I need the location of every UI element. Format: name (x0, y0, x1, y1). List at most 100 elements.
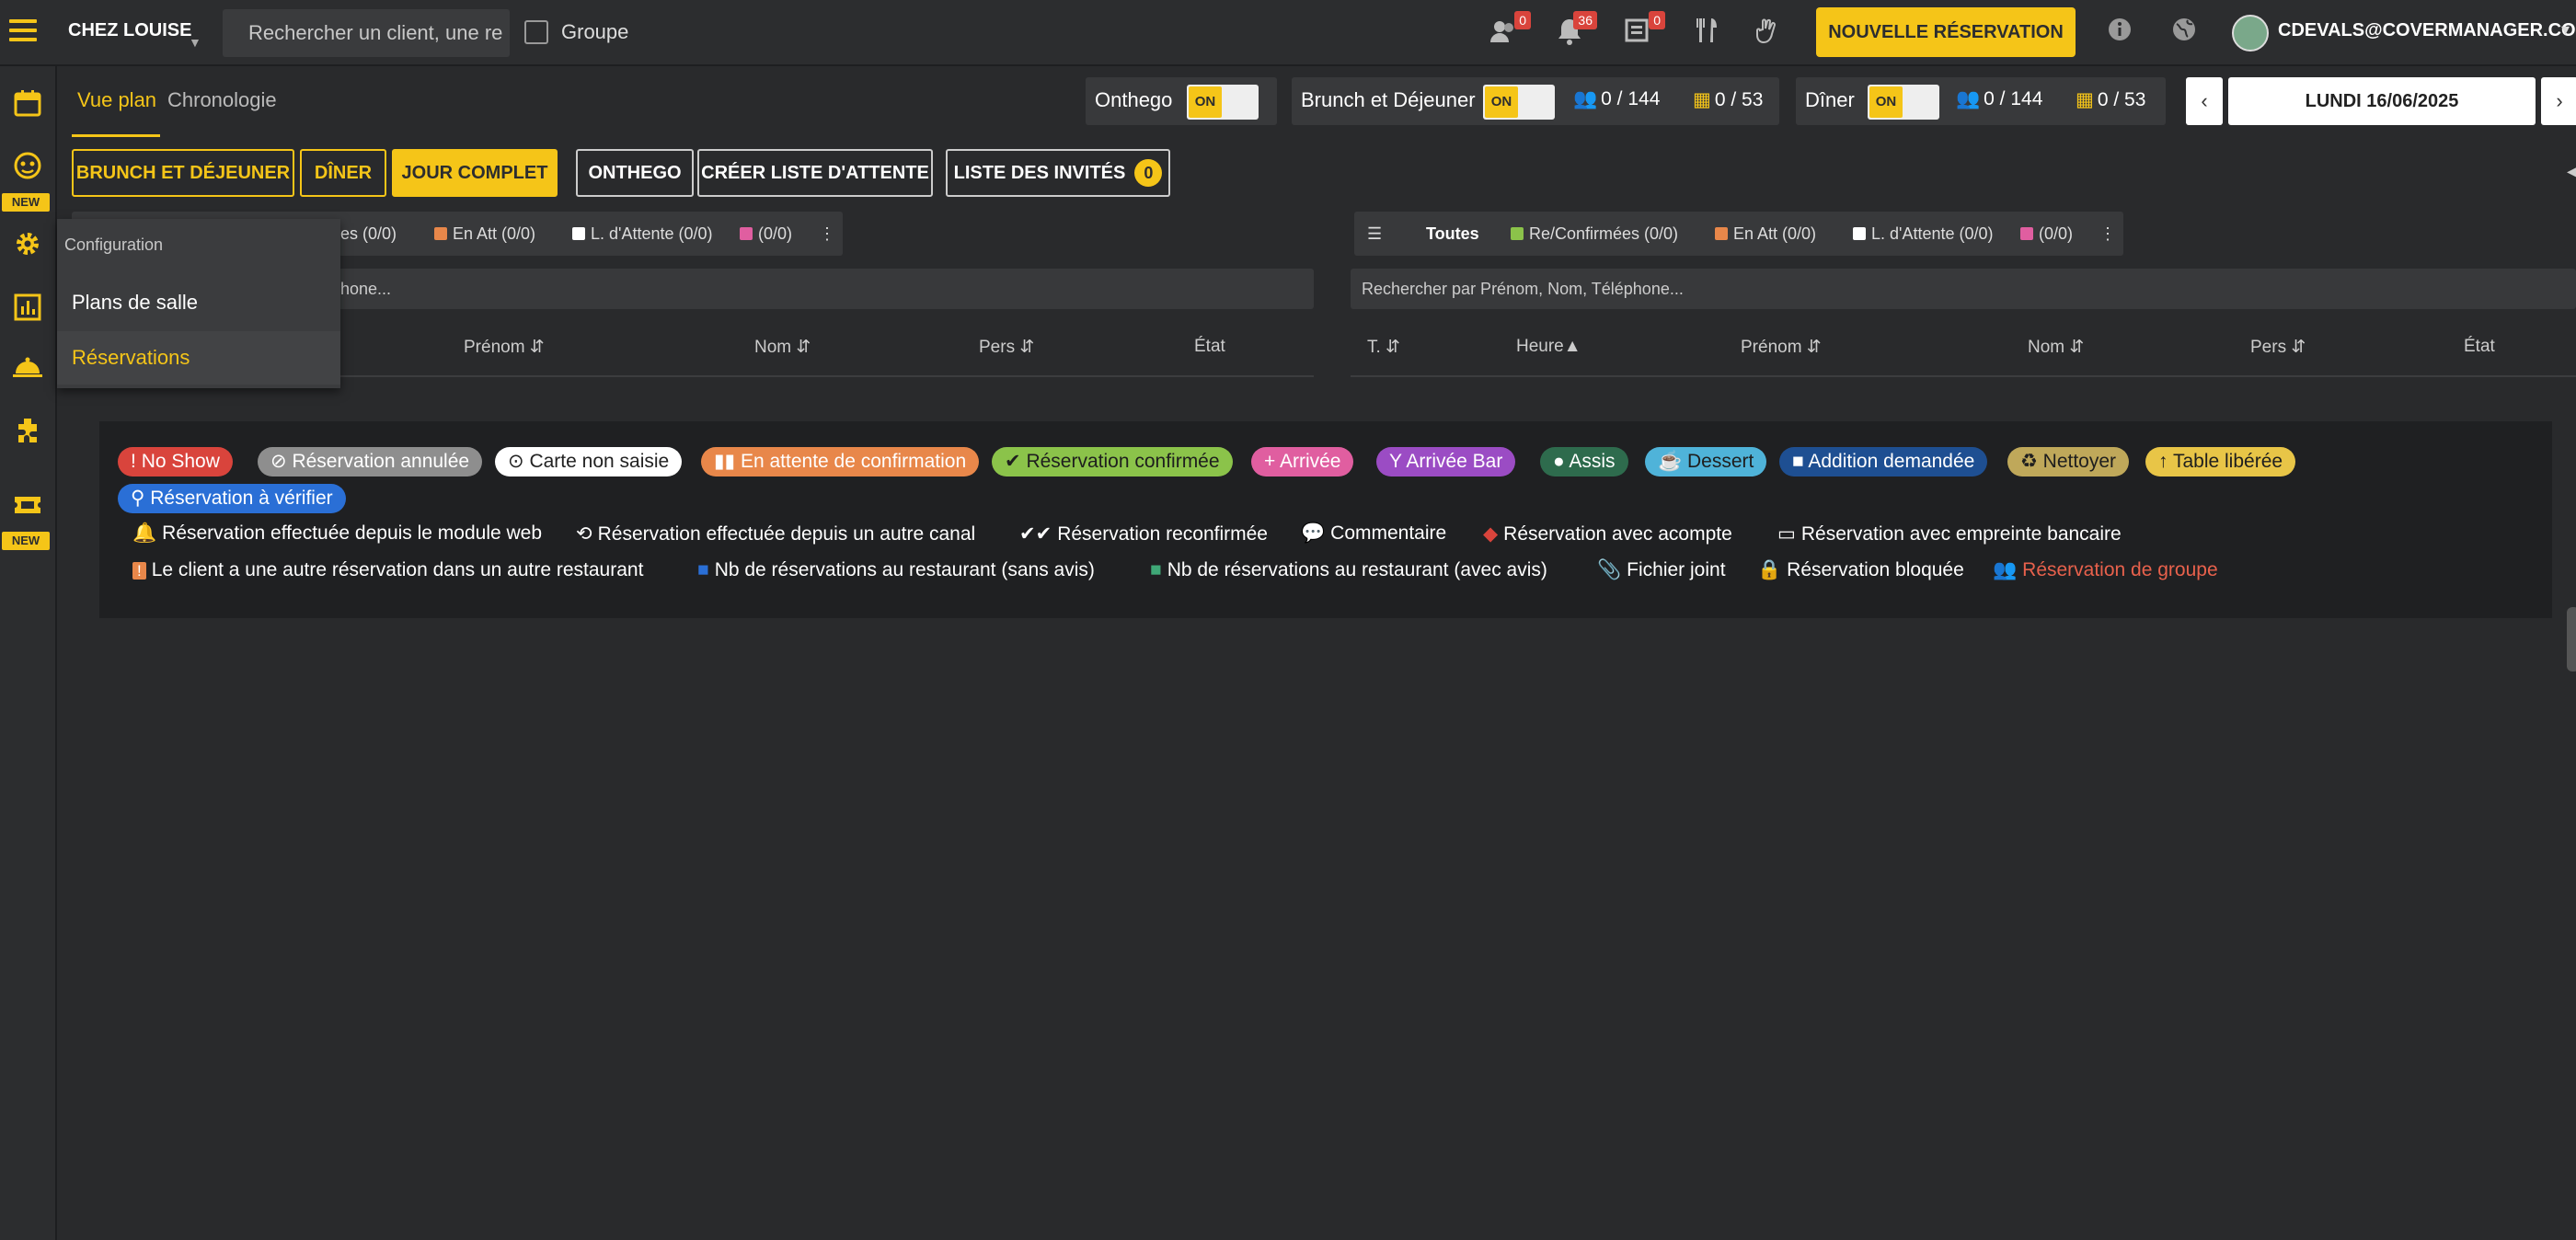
right-table-divider (1351, 375, 2576, 377)
filter-confirmed[interactable]: ées (0/0) (331, 224, 397, 244)
date-next-button[interactable]: › (2541, 77, 2576, 125)
legend-icon: ! (131, 451, 136, 472)
tab-underline (72, 134, 160, 137)
filter-all[interactable]: Toutes (1426, 224, 1479, 244)
date-prev-button[interactable]: ‹ (2186, 77, 2223, 125)
filter-waitlist[interactable]: L. d'Attente (0/0) (1853, 224, 1994, 244)
group-checkbox[interactable] (524, 20, 548, 44)
col-last-name-label: Nom (2028, 338, 2065, 357)
ticket-icon[interactable] (9, 489, 46, 526)
guest-list-button[interactable]: LISTE DES INVITÉS 0 (946, 149, 1170, 197)
diner-toggle[interactable]: ON (1868, 85, 1939, 120)
col-first-name[interactable]: Prénom ⇵ (1741, 337, 1822, 358)
col-first-name[interactable]: Prénom ⇵ (464, 337, 545, 358)
bell-icon[interactable]: 36 (1553, 11, 1597, 50)
flyout-item-plans[interactable]: Plans de salle (57, 276, 340, 329)
legend-icon: + (1264, 451, 1276, 472)
restaurant-caret-icon[interactable]: ▼ (189, 35, 201, 50)
full-day-button[interactable]: JOUR COMPLET (392, 149, 558, 197)
col-pers[interactable]: Pers ⇵ (979, 337, 1034, 358)
cutlery-icon[interactable] (1691, 17, 1724, 50)
search-input[interactable]: Rechercher un client, une re (223, 9, 510, 57)
brunch-button[interactable]: BRUNCH ET DÉJEUNER (72, 149, 294, 197)
tab-chrono[interactable]: Chronologie (167, 88, 277, 112)
other-swatch (740, 227, 753, 240)
robot-icon[interactable] (9, 151, 46, 188)
waitlist-button[interactable]: CRÉER LISTE D'ATTENTE (697, 149, 933, 197)
restaurant-name[interactable]: CHEZ LOUISE (68, 20, 191, 41)
gear-icon[interactable] (9, 228, 46, 265)
legend-comment: 💬 Commentaire (1301, 522, 1446, 545)
legend-label: Table libérée (2172, 451, 2283, 472)
cloche-icon[interactable] (9, 353, 46, 390)
double-check-icon: ✔✔ (1019, 523, 1052, 545)
brunch-toggle[interactable]: ON (1483, 85, 1555, 120)
messages-badge: 0 (1649, 11, 1665, 29)
legend-to-verify: ⚲ Réservation à vérifier (118, 484, 346, 513)
guest-list-count: 0 (1134, 159, 1163, 187)
user-email[interactable]: CDEVALS@COVERMANAGER.COM (2278, 20, 2576, 41)
list-icon[interactable]: ☰ (1367, 224, 1382, 244)
col-table-label: T. (1367, 338, 1381, 357)
legend-bill: ■ Addition demandée (1779, 447, 1988, 476)
col-first-name-label: Prénom (464, 338, 525, 357)
puzzle-icon[interactable] (9, 416, 46, 453)
legend-icon: ☕ (1658, 451, 1683, 472)
right-search-input[interactable]: Rechercher par Prénom, Nom, Téléphone... (1351, 269, 2576, 309)
more-icon[interactable]: ⋮ (819, 224, 835, 244)
legend-awaiting: ▮▮ En attente de confirmation (701, 447, 980, 476)
date-picker[interactable]: LUNDI 16/06/2025 (2228, 77, 2536, 125)
flyout-item-reservations[interactable]: Réservations (57, 331, 340, 385)
filter-pending[interactable]: En Att (0/0) (1715, 224, 1816, 244)
brunch-label: Brunch et Déjeuner (1301, 88, 1476, 111)
blue-square-icon: ■ (697, 559, 709, 580)
filter-confirmed[interactable]: Re/Confirmées (0/0) (1511, 224, 1678, 244)
col-pers[interactable]: Pers ⇵ (2250, 337, 2306, 358)
onthego-toggle[interactable]: ON (1187, 85, 1259, 120)
side-panel-handle[interactable] (2567, 607, 2576, 672)
legend-label: Nettoyer (2042, 451, 2117, 472)
pending-swatch (434, 227, 447, 240)
collapse-arrow-icon[interactable]: ◀ (2567, 162, 2576, 181)
col-time[interactable]: Heure▲ (1516, 337, 1581, 357)
new-reservation-button[interactable]: NOUVELLE RÉSERVATION (1816, 7, 2076, 57)
avatar[interactable] (2232, 15, 2269, 52)
filter-other-label: (0/0) (2039, 224, 2074, 243)
col-last-name[interactable]: Nom ⇵ (2028, 337, 2084, 358)
paperclip-icon: 📎 (1597, 559, 1622, 580)
legend-icon: ⊘ (270, 451, 287, 472)
filter-waitlist[interactable]: L. d'Attente (0/0) (572, 224, 713, 244)
filter-other[interactable]: (0/0) (740, 224, 792, 244)
legend-label: Addition demandée (1808, 451, 1975, 472)
legend-icon: ■ (1792, 451, 1804, 472)
legend-dessert: ☕ Dessert (1645, 447, 1767, 476)
diner-button[interactable]: DÎNER (300, 149, 386, 197)
filter-pending-label: En Att (0/0) (453, 224, 536, 243)
legend-attachment: 📎 Fichier joint (1597, 559, 1726, 581)
col-table[interactable]: T. ⇵ (1367, 337, 1400, 358)
tab-plan[interactable]: Vue plan (77, 88, 156, 112)
col-state[interactable]: État (2464, 337, 2495, 357)
tables-icon: ▦ (2076, 89, 2094, 110)
user-caret-icon[interactable]: ▾ (2561, 20, 2570, 40)
info-icon[interactable] (2103, 17, 2136, 50)
more-icon[interactable]: ⋮ (2099, 224, 2116, 244)
legend-group: 👥 Réservation de groupe (1993, 559, 2218, 581)
col-state[interactable]: État (1194, 337, 1225, 357)
legend-cancelled: ⊘ Réservation annulée (258, 447, 483, 476)
hand-icon[interactable] (1752, 17, 1785, 50)
guests-icon[interactable]: 0 (1487, 11, 1531, 50)
legend-label: Réservation à vérifier (150, 488, 333, 509)
menu-icon[interactable] (9, 19, 37, 45)
col-last-name-label: Nom (754, 338, 792, 357)
filter-other[interactable]: (0/0) (2020, 224, 2073, 244)
col-last-name[interactable]: Nom ⇵ (754, 337, 811, 358)
filter-pending[interactable]: En Att (0/0) (434, 224, 535, 244)
stats-icon[interactable] (9, 293, 46, 329)
messages-icon[interactable]: 0 (1621, 11, 1665, 50)
calendar-icon[interactable] (9, 88, 46, 125)
legend-no-review: ■ Nb de réservations au restaurant (sans … (697, 559, 1095, 581)
globe-icon[interactable] (2168, 17, 2201, 50)
legend-label: Dessert (1687, 451, 1754, 472)
onthego-button[interactable]: ONTHEGO (576, 149, 694, 197)
